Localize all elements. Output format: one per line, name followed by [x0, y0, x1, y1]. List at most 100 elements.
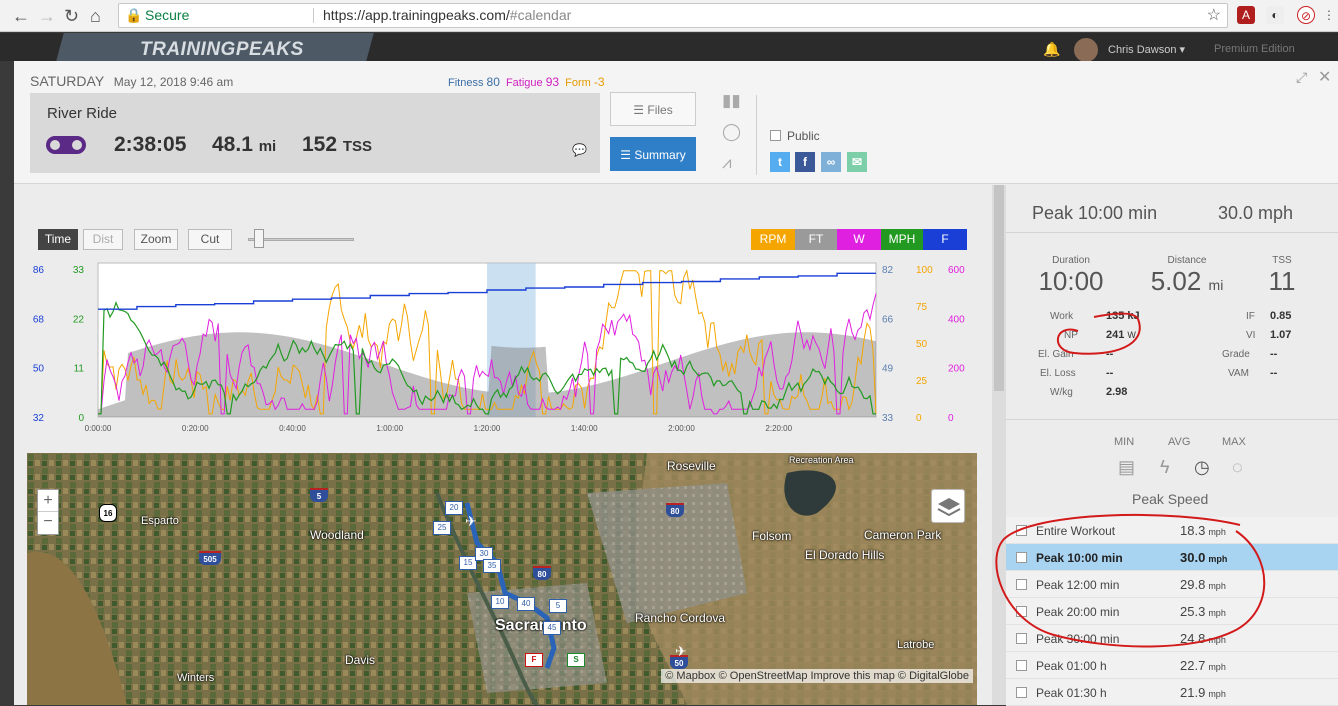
workout-graph[interactable]: 0:00:00 0:20:00 0:40:00 1:00:00 1:20:00 1:40:…	[14, 251, 992, 431]
route-marker-5[interactable]: 5	[549, 599, 567, 613]
right-axis-ft-label: 66	[882, 314, 894, 325]
row-checkbox[interactable]	[1016, 606, 1027, 617]
legend-ft[interactable]: FT	[795, 229, 837, 250]
map-zoom-control: + −	[37, 489, 59, 535]
clock-icon[interactable]: ◷	[1194, 457, 1210, 478]
row-checkbox[interactable]	[1016, 660, 1027, 671]
right-axis-w-label: 400	[948, 314, 965, 325]
twitter-icon[interactable]: t	[770, 152, 790, 172]
comment-icon[interactable]: 💬	[572, 143, 587, 157]
peak-list-row[interactable]: Peak 20:00 min 25.3 mph	[1006, 598, 1338, 625]
lightning-icon[interactable]: ϟ	[1160, 457, 1170, 478]
time-toggle[interactable]: Time	[38, 229, 78, 250]
left-axis-mph-label: 22	[73, 314, 85, 325]
address-bar[interactable]: 🔒 Secure https://app.trainingpeaks.com/#…	[118, 3, 1228, 28]
public-toggle[interactable]: Public	[770, 129, 820, 143]
files-button[interactable]: ☰ Files	[610, 92, 696, 126]
peak-list-row[interactable]: Peak 12:00 min 29.8 mph	[1006, 571, 1338, 598]
row-checkbox[interactable]	[1016, 687, 1027, 698]
speech-bubble-icon[interactable]: ◯	[722, 122, 741, 142]
notification-bell-icon[interactable]: 🔔	[1043, 41, 1060, 58]
left-axis-mph-label: 33	[73, 265, 85, 276]
finish-marker[interactable]: F	[525, 653, 543, 667]
lock-icon: 🔒	[125, 7, 143, 23]
peak-list-row[interactable]: Peak 01:00 h 22.7 mph	[1006, 652, 1338, 679]
route-marker-25[interactable]: 25	[433, 521, 451, 535]
right-axis-rpm-label: 25	[916, 376, 928, 387]
left-axis-f-label: 50	[33, 364, 45, 375]
workout-tss: 152 TSS	[302, 133, 372, 157]
map-label-roseville: Roseville	[667, 459, 716, 473]
route-marker-20[interactable]: 20	[445, 501, 463, 515]
route-marker-45[interactable]: 45	[543, 621, 561, 635]
route-map[interactable]: Roseville Esparto Woodland Folsom El Dor…	[27, 453, 977, 705]
row-unit: mph	[1208, 689, 1226, 699]
email-icon[interactable]: ✉	[847, 152, 867, 172]
grade-label: Grade	[1222, 349, 1250, 360]
smoothing-slider-handle[interactable]	[254, 229, 264, 248]
public-checkbox[interactable]	[770, 130, 781, 141]
fatigue-label: Fatigue	[505, 77, 543, 89]
row-checkbox[interactable]	[1016, 525, 1027, 536]
dist-toggle[interactable]: Dist	[83, 229, 123, 250]
dark-mode-extension-icon[interactable]: ◐	[1266, 6, 1284, 24]
close-icon[interactable]: ✕	[1318, 67, 1331, 87]
legend-w[interactable]: W	[837, 229, 881, 250]
peak-list-row[interactable]: Peak 01:30 h 21.9 mph	[1006, 679, 1338, 706]
peak-list-row[interactable]: Entire Workout 18.3 mph	[1006, 517, 1338, 544]
row-checkbox[interactable]	[1016, 633, 1027, 644]
home-icon[interactable]: ⌂	[90, 6, 101, 27]
if-label: IF	[1246, 311, 1255, 322]
cut-button[interactable]: Cut	[188, 229, 232, 250]
x-tick-label: 2:20:00	[765, 424, 792, 431]
link-icon[interactable]: ∞	[821, 152, 841, 172]
start-marker[interactable]: S	[567, 653, 585, 667]
panel-scrollbar-thumb[interactable]	[994, 185, 1004, 391]
right-axis-w-label: 200	[948, 364, 965, 375]
facebook-icon[interactable]: f	[795, 152, 815, 172]
route-marker-35[interactable]: 35	[483, 559, 501, 573]
row-checkbox[interactable]	[1016, 579, 1027, 590]
route-marker-10[interactable]: 10	[491, 595, 509, 609]
pdf-extension-icon[interactable]: A	[1237, 6, 1255, 24]
map-label-recreation-area: Recreation Area	[789, 455, 854, 465]
trainingpeaks-logo[interactable]: TRAININGPEAKS	[140, 39, 304, 61]
row-name: Peak 12:00 min	[1036, 578, 1120, 592]
address-separator	[313, 8, 314, 23]
zoom-button[interactable]: Zoom	[134, 229, 178, 250]
zoom-out-button[interactable]: −	[38, 512, 58, 534]
forward-arrow-icon[interactable]: →	[38, 6, 56, 27]
legend-rpm[interactable]: RPM	[751, 229, 795, 250]
workout-title[interactable]: River Ride	[47, 105, 117, 122]
summary-button[interactable]: ☰ Summary	[610, 137, 696, 171]
np-label: NP	[1064, 330, 1078, 341]
bar-chart-icon[interactable]: ▮▮	[722, 91, 741, 111]
row-checkbox[interactable]	[1016, 552, 1027, 563]
peak-list-row[interactable]: Peak 10:00 min 30.0 mph	[1006, 544, 1338, 571]
menu-dots-icon[interactable]: ⋮	[1320, 6, 1338, 24]
highway-5-shield: 5	[310, 488, 328, 502]
files-label: Files	[647, 103, 673, 117]
vam-label: VAM	[1228, 368, 1249, 379]
left-axis-f-label: 86	[33, 265, 45, 276]
peak-list-row[interactable]: Peak 30:00 min 24.8 mph	[1006, 625, 1338, 652]
block-extension-icon[interactable]: ⊘	[1297, 6, 1315, 24]
user-menu[interactable]: Chris Dawson ▾	[1108, 43, 1185, 56]
zoom-in-button[interactable]: +	[38, 490, 58, 512]
tss-value: 152	[302, 133, 338, 156]
bookmark-star-icon[interactable]: ☆	[1207, 4, 1221, 27]
reload-icon[interactable]: ↻	[64, 6, 79, 27]
avatar[interactable]	[1074, 38, 1098, 62]
legend-mph[interactable]: MPH	[881, 229, 923, 250]
duration-stat: Duration 10:00	[1036, 255, 1106, 297]
map-layers-icon[interactable]	[931, 489, 965, 523]
expand-icon[interactable]: ⤢	[1296, 69, 1307, 86]
route-marker-40[interactable]: 40	[517, 597, 535, 611]
document-icon[interactable]: ▤	[1118, 457, 1135, 478]
area-chart-icon[interactable]: ⩘	[722, 153, 732, 173]
row-unit: mph	[1208, 608, 1226, 618]
tss-stat: TSS 11	[1262, 255, 1302, 297]
dashed-circle-icon[interactable]: ◌	[1232, 457, 1243, 478]
back-arrow-icon[interactable]: ←	[12, 6, 30, 27]
legend-f[interactable]: F	[923, 229, 967, 250]
